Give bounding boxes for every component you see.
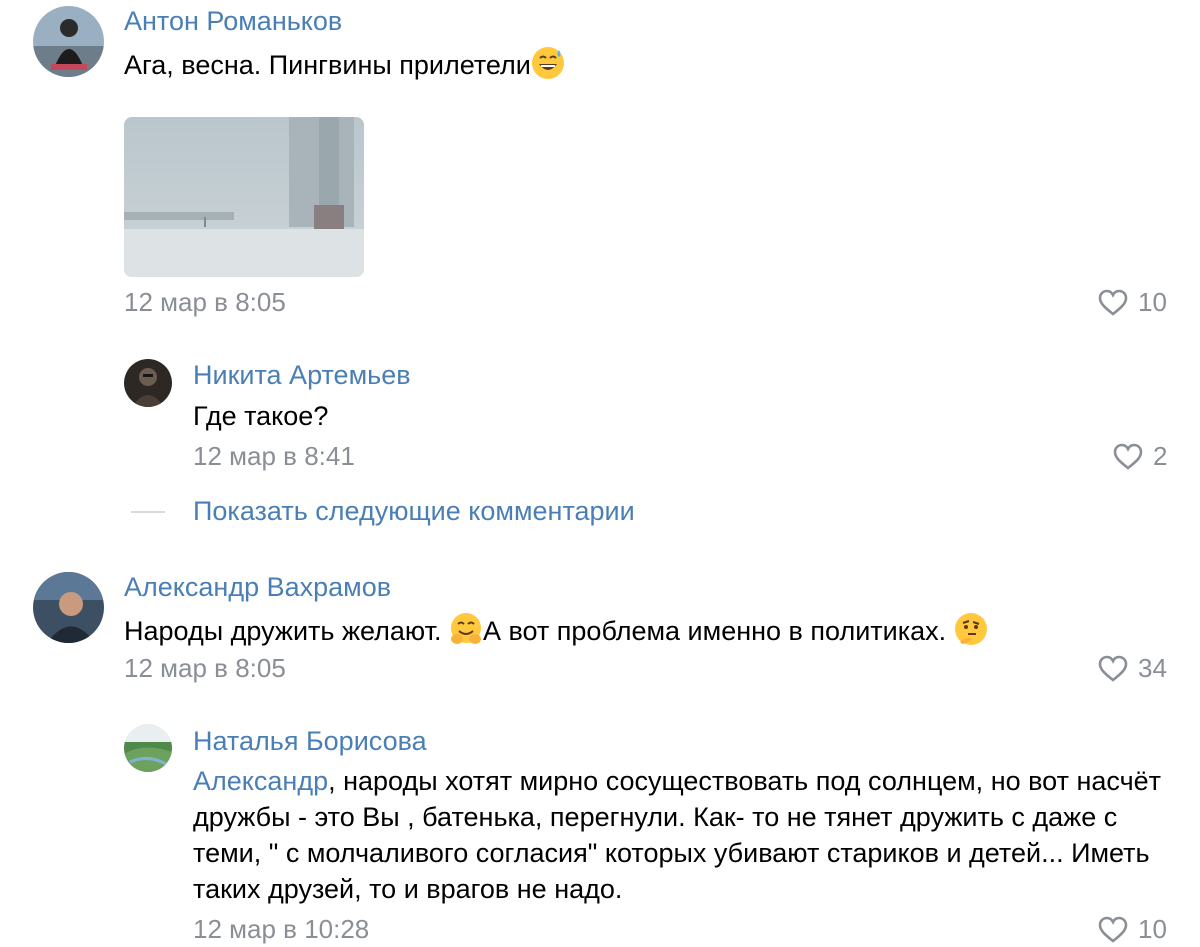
comment-text: Ага, весна. Пингвины прилетели [124, 46, 565, 83]
heart-icon [1098, 289, 1128, 316]
grinning-sweat-emoji [531, 47, 564, 79]
comment-timestamp[interactable]: 12 мар в 8:05 [124, 287, 286, 318]
avatar[interactable] [124, 359, 172, 407]
comment-text: Где такое? [193, 401, 329, 431]
like-count: 34 [1138, 653, 1167, 683]
show-more-comments-link[interactable]: Показать следующие комментарии [193, 496, 635, 527]
like-button[interactable]: 2 [1113, 441, 1167, 472]
divider [131, 511, 165, 513]
like-count: 10 [1138, 287, 1167, 317]
heart-icon [1113, 443, 1143, 470]
avatar[interactable] [33, 6, 104, 77]
comment-text: Александр, народы хотят мирно сосущество… [193, 766, 1162, 904]
heart-icon [1098, 655, 1128, 682]
hugging-face-emoji [450, 613, 481, 644]
comment-author[interactable]: Никита Артемьев [193, 360, 411, 391]
comment-timestamp[interactable]: 12 мар в 10:28 [193, 914, 369, 945]
like-button[interactable]: 10 [1098, 914, 1167, 945]
comment-author[interactable]: Александр Вахрамов [124, 572, 391, 603]
comment-author[interactable]: Наталья Борисова [193, 726, 427, 757]
like-button[interactable]: 10 [1098, 287, 1167, 318]
comment-text: Народы дружить желают. А вот проблема им… [124, 612, 988, 649]
attached-photo[interactable] [124, 117, 364, 277]
mention-link[interactable]: Александр [193, 766, 328, 796]
comment-timestamp[interactable]: 12 мар в 8:41 [193, 441, 355, 472]
avatar[interactable] [33, 572, 104, 643]
thinking-face-emoji [954, 613, 987, 645]
comment-author[interactable]: Антон Романьков [124, 6, 342, 37]
heart-icon [1098, 916, 1128, 943]
like-count: 10 [1138, 914, 1167, 944]
like-count: 2 [1153, 441, 1168, 471]
avatar[interactable] [124, 724, 172, 772]
comment-timestamp[interactable]: 12 мар в 8:05 [124, 653, 286, 684]
like-button[interactable]: 34 [1098, 653, 1167, 684]
